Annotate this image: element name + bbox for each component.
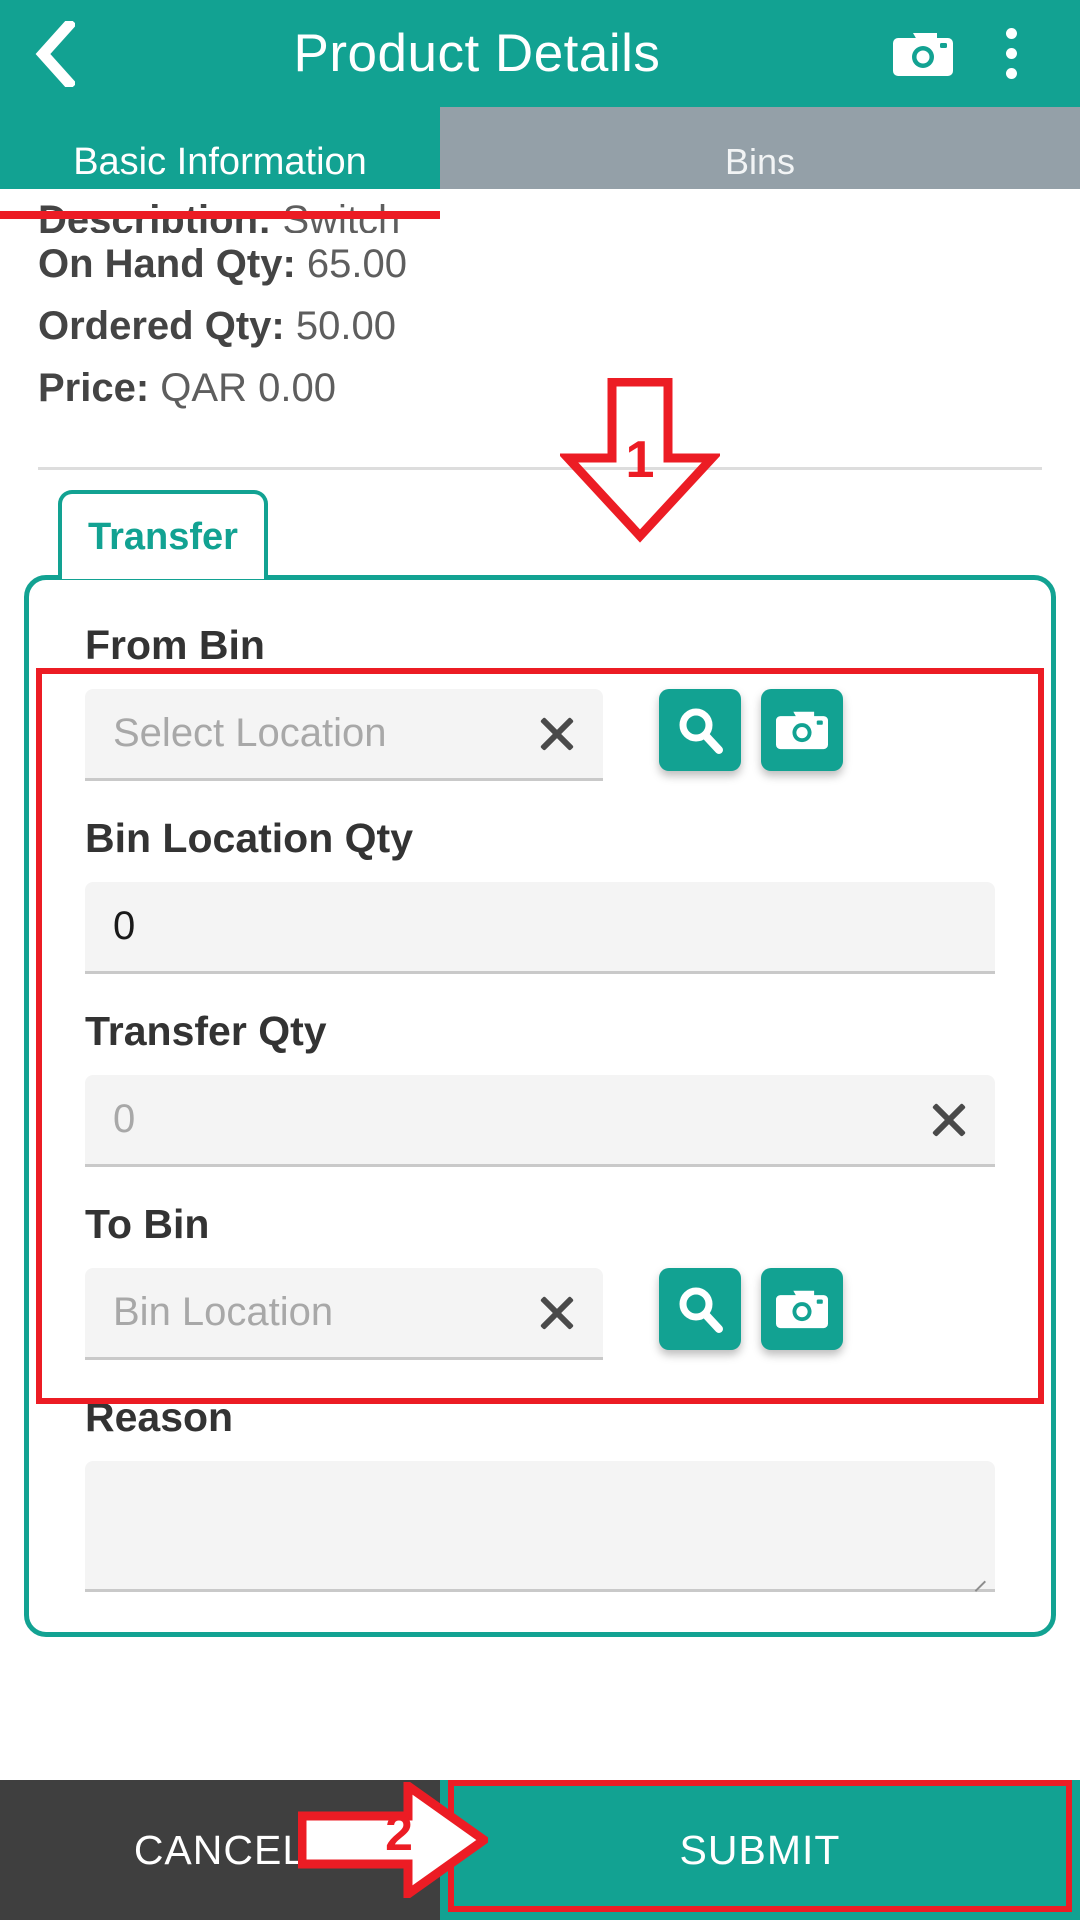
field-to-bin: To Bin Bin Location (85, 1201, 995, 1360)
transfer-form-card: From Bin Select Location Bin Location Qt… (24, 575, 1056, 1637)
camera-icon (776, 711, 828, 750)
field-from-bin: From Bin Select Location (85, 622, 995, 781)
transfer-chip-row: Transfer (0, 470, 1080, 579)
info-label: Price: (38, 366, 150, 410)
from-bin-value: Select Location (113, 711, 387, 755)
transfer-section-label: Transfer (88, 516, 238, 558)
field-reason: Reason (85, 1394, 995, 1592)
product-info-panel: Description: Switch On Hand Qty: 65.00 O… (0, 189, 1080, 470)
reason-label: Reason (85, 1394, 234, 1440)
close-x-icon[interactable] (535, 1291, 579, 1335)
bin-location-qty-input[interactable]: 0 (85, 882, 995, 974)
transfer-qty-value: 0 (113, 1097, 136, 1141)
to-bin-value: Bin Location (113, 1290, 334, 1334)
info-row-ordered-qty: Ordered Qty: 50.00 (38, 295, 1042, 357)
close-x-icon[interactable] (535, 712, 579, 756)
bottom-action-bar: CANCEL SUBMIT (0, 1780, 1080, 1920)
resize-grip-icon[interactable] (972, 1568, 988, 1584)
info-label: Ordered Qty: (38, 304, 285, 348)
search-icon (679, 1287, 723, 1333)
app-bar-actions (884, 9, 1080, 99)
transfer-qty-label: Transfer Qty (85, 1008, 327, 1054)
close-x-icon[interactable] (927, 1098, 971, 1142)
kebab-menu-icon (1005, 28, 1017, 79)
info-label: On Hand Qty: (38, 242, 296, 286)
to-bin-label: To Bin (85, 1201, 210, 1247)
field-transfer-qty: Transfer Qty 0 (85, 1008, 995, 1167)
submit-button[interactable]: SUBMIT (440, 1780, 1080, 1920)
camera-icon (776, 1290, 828, 1329)
info-label: Description: (38, 198, 272, 233)
to-bin-camera-button[interactable] (761, 1268, 843, 1350)
tab-label: Bins (724, 141, 796, 182)
camera-button[interactable] (884, 9, 962, 99)
info-row-price: Price: QAR 0.00 (38, 357, 1042, 419)
back-chevron-icon (35, 20, 75, 87)
from-bin-search-button[interactable] (659, 689, 741, 771)
tab-label: Basic Information (73, 140, 367, 183)
info-row-description: Description: Switch (38, 189, 1042, 233)
info-value: 65.00 (306, 242, 408, 286)
info-value: QAR 0.00 (160, 366, 336, 410)
from-bin-label: From Bin (85, 622, 265, 668)
to-bin-input[interactable]: Bin Location (85, 1268, 603, 1360)
transfer-section-tab[interactable]: Transfer (58, 490, 268, 579)
app-bar: Product Details (0, 0, 1080, 107)
overflow-menu-button[interactable] (972, 9, 1050, 99)
field-bin-location-qty: Bin Location Qty 0 (85, 815, 995, 974)
info-value: 50.00 (295, 304, 396, 348)
cancel-button[interactable]: CANCEL (0, 1780, 440, 1920)
cancel-label: CANCEL (133, 1826, 307, 1873)
bin-location-qty-label: Bin Location Qty (85, 815, 413, 861)
reason-textarea[interactable] (85, 1461, 995, 1592)
from-bin-input[interactable]: Select Location (85, 689, 603, 781)
info-value: Switch (282, 198, 401, 233)
transfer-qty-input[interactable]: 0 (85, 1075, 995, 1167)
info-row-on-hand-qty: On Hand Qty: 65.00 (38, 233, 1042, 295)
to-bin-search-button[interactable] (659, 1268, 741, 1350)
page-title: Product Details (293, 24, 661, 83)
bin-location-qty-value: 0 (113, 904, 136, 948)
search-icon (679, 708, 723, 754)
submit-label: SUBMIT (679, 1826, 841, 1873)
camera-icon (893, 32, 953, 76)
from-bin-camera-button[interactable] (761, 689, 843, 771)
